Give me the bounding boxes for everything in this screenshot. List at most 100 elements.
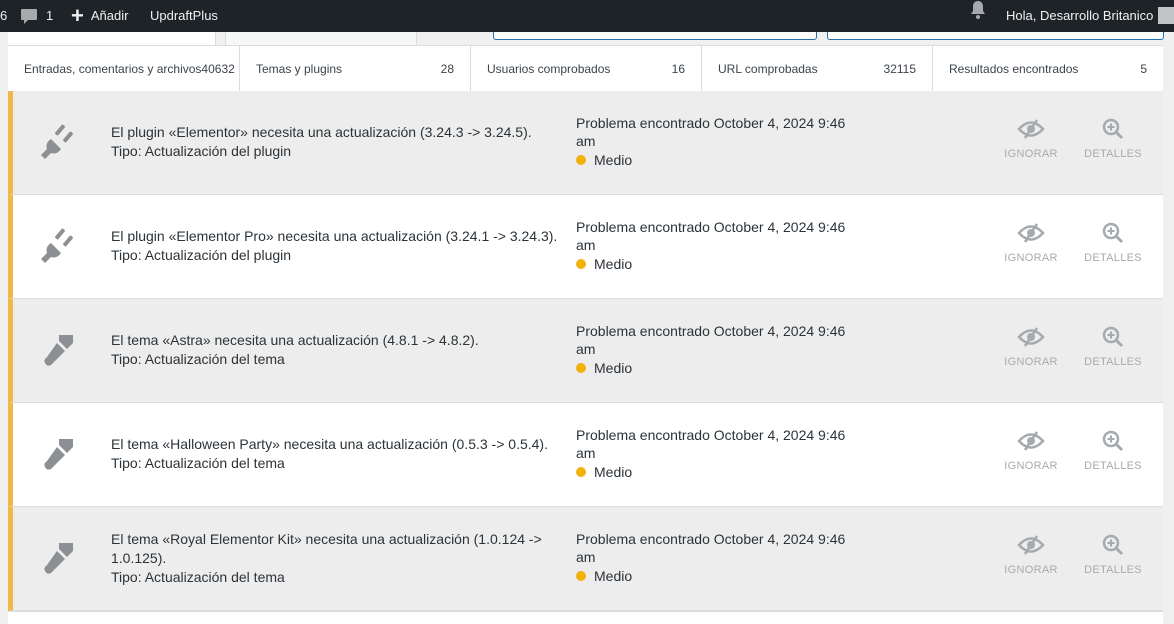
severity-badge: Medio xyxy=(576,151,856,169)
ignore-button[interactable]: IGNORAR xyxy=(996,430,1066,472)
details-label: DETALLES xyxy=(1084,252,1142,264)
admin-bar: 6 1 + Añadir UpdraftPlus Hola, Desarroll… xyxy=(0,0,1174,32)
issue-found-date: Problema encontrado October 4, 2024 9:46… xyxy=(576,427,846,461)
severity-label: Medio xyxy=(594,568,633,584)
stat-label: Entradas, comentarios y archivos xyxy=(24,61,202,76)
issue-type: Tipo: Actualización del tema xyxy=(111,569,285,585)
stat-value: 40632 xyxy=(201,61,235,76)
stat-urls: URL comprobadas 32115 xyxy=(702,46,933,91)
severity-label: Medio xyxy=(594,360,633,376)
zoom-in-icon xyxy=(1102,534,1124,556)
issue-title: El tema «Halloween Party» necesita una a… xyxy=(111,436,548,452)
issue-found: Problema encontrado October 4, 2024 9:46… xyxy=(576,322,856,377)
comment-icon xyxy=(20,8,38,25)
plug-icon xyxy=(39,121,79,161)
severity-label: Medio xyxy=(594,464,633,480)
details-button[interactable]: DETALLES xyxy=(1078,222,1148,264)
issue-found: Problema encontrado October 4, 2024 9:46… xyxy=(576,218,856,273)
paintbrush-icon xyxy=(39,537,79,577)
issues-list: El plugin «Elementor» necesita una actua… xyxy=(8,91,1163,611)
comments-menu[interactable]: 1 xyxy=(20,0,53,32)
ignore-button[interactable]: IGNORAR xyxy=(996,118,1066,160)
updates-count[interactable]: 6 xyxy=(0,0,10,32)
greeting-label: Hola, Desarrollo Britanico xyxy=(1006,8,1154,23)
paintbrush-icon xyxy=(39,329,79,369)
issue-type: Tipo: Actualización del plugin xyxy=(111,247,292,263)
issue-found-date: Problema encontrado October 4, 2024 9:46… xyxy=(576,115,846,149)
ignore-label: IGNORAR xyxy=(1004,564,1058,576)
comments-count: 1 xyxy=(46,8,54,23)
action-button-partial[interactable] xyxy=(493,32,817,40)
severity-badge: Medio xyxy=(576,463,856,481)
ignore-label: IGNORAR xyxy=(1004,460,1058,472)
notifications-menu[interactable] xyxy=(969,0,987,32)
severity-dot-icon xyxy=(576,571,586,581)
tab-secondary[interactable] xyxy=(225,32,417,46)
severity-badge: Medio xyxy=(576,567,856,585)
severity-badge: Medio xyxy=(576,255,856,273)
issue-title: El plugin «Elementor Pro» necesita una a… xyxy=(111,228,558,244)
issue-row: El tema «Royal Elementor Kit» necesita u… xyxy=(8,507,1163,611)
issue-row: El tema «Astra» necesita una actualizaci… xyxy=(8,299,1163,403)
stat-label: Temas y plugins xyxy=(256,61,343,76)
zoom-in-icon xyxy=(1102,118,1124,140)
stat-entries: Entradas, comentarios y archivos 40632 xyxy=(8,46,240,91)
severity-dot-icon xyxy=(576,155,586,165)
ignore-button[interactable]: IGNORAR xyxy=(996,534,1066,576)
ignore-button[interactable]: IGNORAR xyxy=(996,222,1066,264)
issue-type: Tipo: Actualización del plugin xyxy=(111,143,292,159)
stat-label: Resultados encontrados xyxy=(949,61,1079,76)
tab-active[interactable] xyxy=(8,32,216,45)
severity-badge: Medio xyxy=(576,359,856,377)
avatar[interactable] xyxy=(1158,7,1174,24)
severity-dot-icon xyxy=(576,363,586,373)
severity-dot-icon xyxy=(576,467,586,477)
stat-value: 28 xyxy=(440,61,454,76)
details-button[interactable]: DETALLES xyxy=(1078,118,1148,160)
severity-label: Medio xyxy=(594,256,633,272)
issue-found: Problema encontrado October 4, 2024 9:46… xyxy=(576,426,856,481)
zoom-in-icon xyxy=(1102,222,1124,244)
bell-icon xyxy=(969,0,987,32)
new-content-menu[interactable]: + Añadir xyxy=(71,0,128,32)
details-label: DETALLES xyxy=(1084,460,1142,472)
ignore-label: IGNORAR xyxy=(1004,356,1058,368)
paintbrush-icon xyxy=(39,433,79,473)
issue-found: Problema encontrado October 4, 2024 9:46… xyxy=(576,530,856,585)
action-button-partial-2[interactable] xyxy=(827,32,1164,40)
severity-dot-icon xyxy=(576,259,586,269)
ignore-label: IGNORAR xyxy=(1004,252,1058,264)
issue-found-date: Problema encontrado October 4, 2024 9:46… xyxy=(576,323,846,357)
issue-found-date: Problema encontrado October 4, 2024 9:46… xyxy=(576,531,846,565)
details-button[interactable]: DETALLES xyxy=(1078,430,1148,472)
stat-label: Usuarios comprobados xyxy=(487,61,611,76)
issue-row: El plugin «Elementor» necesita una actua… xyxy=(8,91,1163,195)
plug-icon xyxy=(39,225,79,265)
issue-type: Tipo: Actualización del tema xyxy=(111,455,285,471)
eye-slash-icon xyxy=(1017,431,1045,451)
plus-icon: + xyxy=(71,3,84,28)
ignore-label: IGNORAR xyxy=(1004,148,1058,160)
details-button[interactable]: DETALLES xyxy=(1078,534,1148,576)
issue-title: El plugin «Elementor» necesita una actua… xyxy=(111,124,532,140)
eye-slash-icon xyxy=(1017,119,1045,139)
account-menu[interactable]: Hola, Desarrollo Britanico xyxy=(1006,0,1153,32)
issue-row: El tema «Halloween Party» necesita una a… xyxy=(8,403,1163,507)
severity-label: Medio xyxy=(594,152,633,168)
issue-description: El tema «Astra» necesita una actualizaci… xyxy=(111,331,561,369)
scan-stats: Entradas, comentarios y archivos 40632 T… xyxy=(8,45,1163,92)
updraftplus-menu[interactable]: UpdraftPlus xyxy=(150,0,218,32)
stat-themes-plugins: Temas y plugins 28 xyxy=(240,46,471,91)
ignore-button[interactable]: IGNORAR xyxy=(996,326,1066,368)
details-button[interactable]: DETALLES xyxy=(1078,326,1148,368)
stat-value: 32115 xyxy=(883,61,916,76)
eye-slash-icon xyxy=(1017,223,1045,243)
issue-row: El plugin «Elementor Pro» necesita una a… xyxy=(8,195,1163,299)
issue-title: El tema «Astra» necesita una actualizaci… xyxy=(111,332,479,348)
stat-value: 5 xyxy=(1140,61,1147,76)
stat-users: Usuarios comprobados 16 xyxy=(471,46,702,91)
details-label: DETALLES xyxy=(1084,148,1142,160)
issue-description: El tema «Royal Elementor Kit» necesita u… xyxy=(111,530,561,587)
details-label: DETALLES xyxy=(1084,356,1142,368)
stat-value: 16 xyxy=(671,61,685,76)
